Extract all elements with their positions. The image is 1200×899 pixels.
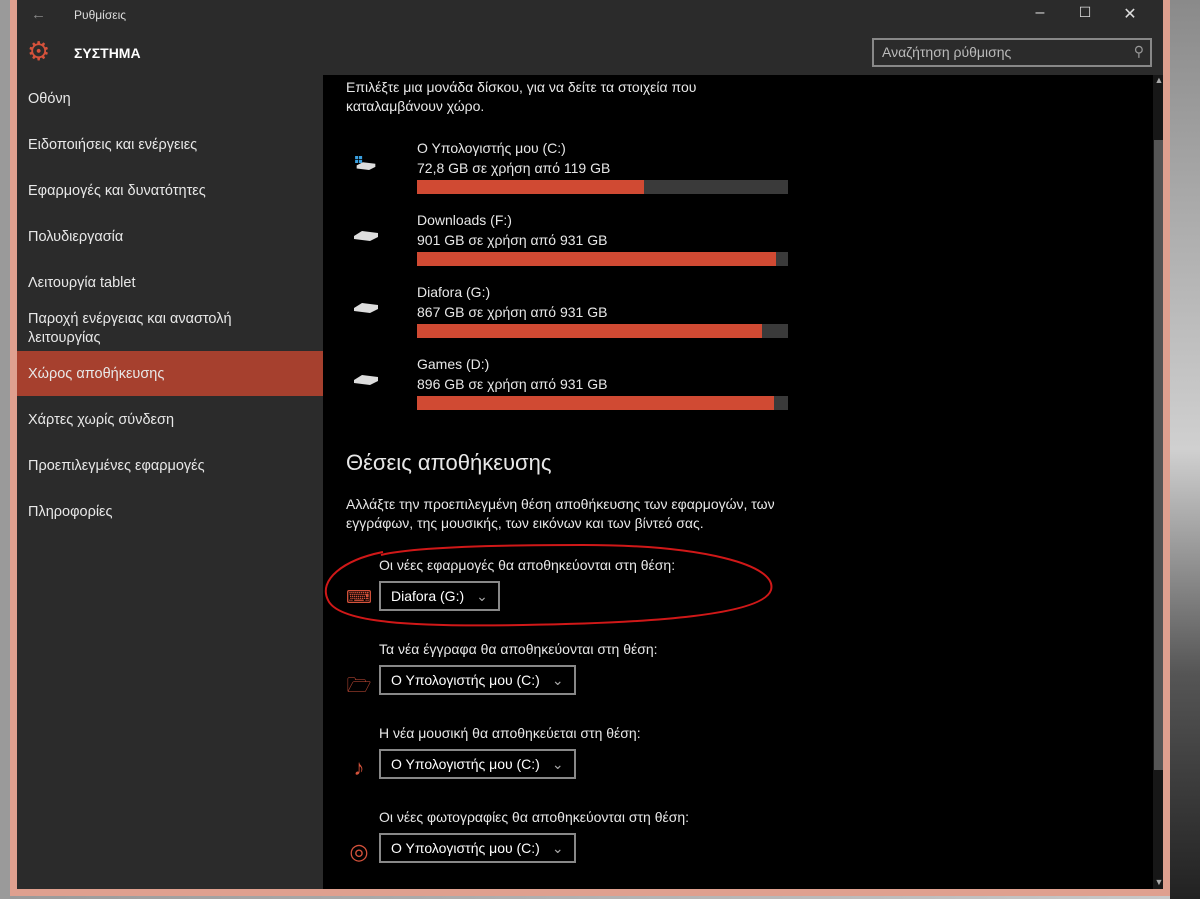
close-button[interactable]: ✕	[1120, 4, 1140, 24]
drive-icon	[354, 231, 378, 241]
sidebar: Οθόνη Ειδοποιήσεις και ενέργειες Εφαρμογ…	[17, 75, 323, 889]
usage-bar	[417, 180, 788, 194]
photos-location-dropdown[interactable]: Ο Υπολογιστής μου (C:) ⌄	[379, 833, 576, 863]
sidebar-item-about[interactable]: Πληροφορίες	[17, 503, 323, 522]
drive-name: Downloads (F:)	[417, 212, 512, 228]
usage-bar-fill	[417, 252, 777, 266]
scroll-down-icon[interactable]: ▼	[1153, 877, 1163, 887]
sidebar-item-power[interactable]: Παροχή ενέργειας και αναστολή λειτουργία…	[17, 310, 267, 348]
vertical-scrollbar[interactable]: ▲ ▼	[1153, 75, 1163, 889]
sidebar-item-label: Οθόνη	[28, 91, 71, 107]
sidebar-item-label: Λειτουργία tablet	[28, 275, 136, 291]
drive-usage: 867 GB σε χρήση από 931 GB	[417, 304, 608, 320]
sidebar-item-label: Χάρτες χωρίς σύνδεση	[28, 412, 175, 428]
sidebar-item-label: Προεπιλεγμένες εφαρμογές	[28, 458, 205, 474]
sidebar-item-display[interactable]: Οθόνη	[17, 90, 323, 109]
search-placeholder: Αναζήτηση ρύθμισης	[882, 44, 1012, 60]
drive-icon	[354, 375, 378, 385]
sidebar-item-label: Πληροφορίες	[28, 504, 113, 520]
drive-icon	[354, 303, 378, 313]
intro-text: Επιλέξτε μια μονάδα δίσκου, για να δείτε…	[346, 79, 697, 114]
dropdown-value: Ο Υπολογιστής μου (C:)	[391, 672, 540, 688]
monitor-icon: ⌨	[346, 587, 372, 607]
drive-usage: 901 GB σε χρήση από 931 GB	[417, 232, 608, 248]
header: ⚙ ΣΥΣΤΗΜΑ Αναζήτηση ρύθμισης ⚲	[17, 30, 1163, 75]
desktop-wallpaper	[1170, 0, 1200, 899]
dropdown-value: Ο Υπολογιστής μου (C:)	[391, 840, 540, 856]
sidebar-item-tablet[interactable]: Λειτουργία tablet	[17, 274, 323, 293]
usage-bar	[417, 324, 788, 338]
sidebar-item-label: Χώρος αποθήκευσης	[28, 366, 165, 382]
title-bar: ← Ρυθμίσεις – ☐ ✕	[17, 0, 1163, 30]
dropdown-value: Ο Υπολογιστής μου (C:)	[391, 756, 540, 772]
location-label: Η νέα μουσική θα αποθηκεύεται στη θέση:	[379, 725, 641, 741]
gear-icon: ⚙	[27, 36, 51, 66]
camera-icon: ◎	[349, 839, 369, 864]
documents-folder-icon: 🗁	[346, 675, 372, 697]
drive-name: Ο Υπολογιστής μου (C:)	[417, 140, 566, 156]
apps-location-dropdown[interactable]: Diafora (G:) ⌄	[379, 581, 500, 611]
locations-description: Αλλάξτε την προεπιλεγμένη θέση αποθήκευσ…	[346, 496, 775, 531]
sidebar-item-multitasking[interactable]: Πολυδιεργασία	[17, 228, 323, 247]
sidebar-item-notifications[interactable]: Ειδοποιήσεις και ενέργειες	[17, 136, 323, 155]
chevron-down-icon: ⌄	[476, 588, 488, 604]
drive-usage: 72,8 GB σε χρήση από 119 GB	[417, 160, 611, 176]
usage-bar	[417, 396, 788, 410]
music-note-icon: ♪	[353, 755, 365, 780]
usage-bar	[417, 252, 788, 266]
location-label: Τα νέα έγγραφα θα αποθηκεύονται στη θέση…	[379, 641, 658, 657]
drive-name: Games (D:)	[417, 356, 490, 372]
chevron-down-icon: ⌄	[551, 840, 564, 856]
documents-location-dropdown[interactable]: Ο Υπολογιστής μου (C:) ⌄	[379, 665, 576, 695]
section-title: ΣΥΣΤΗΜΑ	[74, 45, 141, 61]
chevron-down-icon: ⌄	[551, 672, 564, 688]
scroll-up-icon[interactable]: ▲	[1153, 75, 1163, 85]
back-arrow-icon[interactable]: ←	[31, 6, 46, 23]
sidebar-item-label: Ειδοποιήσεις και ενέργειες	[28, 137, 198, 153]
search-input[interactable]: Αναζήτηση ρύθμισης ⚲	[872, 38, 1152, 67]
dropdown-value: Diafora (G:)	[391, 588, 465, 604]
sidebar-item-label: Παροχή ενέργειας και αναστολή λειτουργία…	[28, 311, 232, 346]
window-title: Ρυθμίσεις	[74, 8, 127, 22]
search-icon[interactable]: ⚲	[1134, 43, 1144, 60]
music-location-dropdown[interactable]: Ο Υπολογιστής μου (C:) ⌄	[379, 749, 576, 779]
usage-bar-fill	[417, 396, 774, 410]
sidebar-item-label: Εφαρμογές και δυνατότητες	[28, 183, 206, 199]
sidebar-item-apps[interactable]: Εφαρμογές και δυνατότητες	[17, 182, 323, 201]
sidebar-item-storage[interactable]: Χώρος αποθήκευσης	[17, 351, 323, 396]
location-label: Οι νέες φωτογραφίες θα αποθηκεύονται στη…	[379, 809, 690, 825]
windows-drive-icon	[355, 156, 376, 170]
settings-window: ← Ρυθμίσεις – ☐ ✕ ⚙ ΣΥΣΤΗΜΑ Αναζήτηση ρύ…	[10, 0, 1170, 896]
location-label: Οι νέες εφαρμογές θα αποθηκεύονται στη θ…	[379, 557, 676, 573]
drive-usage: 896 GB σε χρήση από 931 GB	[417, 376, 608, 392]
sidebar-item-default-apps[interactable]: Προεπιλεγμένες εφαρμογές	[17, 457, 323, 476]
sidebar-item-offline-maps[interactable]: Χάρτες χωρίς σύνδεση	[17, 411, 323, 430]
chevron-down-icon: ⌄	[551, 756, 564, 772]
drive-name: Diafora (G:)	[417, 284, 491, 300]
sidebar-item-label: Πολυδιεργασία	[28, 229, 124, 245]
scrollbar-thumb[interactable]	[1154, 140, 1163, 770]
minimize-button[interactable]: –	[1030, 4, 1050, 22]
content-pane: Επιλέξτε μια μονάδα δίσκου, για να δείτε…	[323, 75, 1153, 889]
usage-bar-fill	[417, 324, 763, 338]
locations-heading: Θέσεις αποθήκευσης	[346, 450, 552, 475]
usage-bar-fill	[417, 180, 645, 194]
maximize-button[interactable]: ☐	[1075, 4, 1095, 21]
